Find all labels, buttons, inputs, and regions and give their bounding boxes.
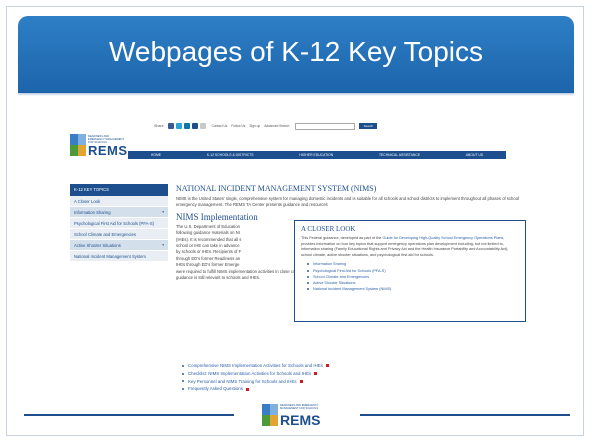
nav-home[interactable]: HOME bbox=[151, 153, 161, 157]
page-title: NATIONAL INCIDENT MANAGEMENT SYSTEM (NIM… bbox=[176, 184, 377, 193]
sidebar-item-pfa[interactable]: Psychological First Aid for Schools (PFA… bbox=[70, 218, 168, 229]
header-shadow bbox=[18, 93, 574, 96]
footer-divider-left bbox=[24, 414, 234, 416]
slide-title: Webpages of K-12 Key Topics bbox=[108, 36, 484, 67]
chevron-down-icon: ▾ bbox=[162, 242, 164, 247]
popup-item-nims[interactable]: National Incident Management System (NIM… bbox=[307, 286, 519, 292]
sidebar-item-label: A Closer Look bbox=[74, 198, 101, 204]
utility-bar: Share Contact Us Follow Us Sign up Advan… bbox=[154, 122, 378, 130]
follow-us-link[interactable]: Follow Us bbox=[231, 124, 245, 128]
email-icon[interactable] bbox=[191, 123, 198, 129]
bullet-icon bbox=[307, 288, 309, 291]
link-text[interactable]: Checklist: NIMS Implementation Activitie… bbox=[188, 370, 311, 378]
bullet-icon bbox=[182, 364, 184, 367]
logo-mark bbox=[262, 404, 278, 426]
facebook-icon[interactable] bbox=[167, 123, 174, 129]
guide-link[interactable]: Guide for Developing High-Quality School… bbox=[382, 236, 503, 240]
closer-look-popup: A CLOSER LOOK This Federal guidance, dev… bbox=[294, 220, 526, 322]
sidebar: K-12 KEY TOPICS A Closer Look Informatio… bbox=[70, 184, 168, 262]
pdf-icon bbox=[299, 379, 303, 383]
logo-text: REMS bbox=[280, 412, 321, 428]
linkedin-icon[interactable] bbox=[183, 123, 190, 129]
pdf-icon bbox=[245, 387, 249, 391]
utility-links: Contact Us Follow Us Sign up Advanced Se… bbox=[212, 124, 290, 128]
search-button[interactable]: Search bbox=[359, 123, 378, 129]
logo-tagline: READINESS AND EMERGENCY MANAGEMENT FOR S… bbox=[280, 404, 319, 410]
print-icon[interactable] bbox=[199, 123, 206, 129]
sidebar-item-school-climate[interactable]: School Climate and Emergencies bbox=[70, 229, 168, 240]
list-item[interactable]: Checklist: NIMS Implementation Activitie… bbox=[182, 370, 329, 378]
list-item[interactable]: Comprehensive NIMS Implementation Activi… bbox=[182, 362, 329, 370]
sidebar-item-label: Information Sharing bbox=[74, 209, 111, 215]
sidebar-item-information-sharing[interactable]: Information Sharing ▾ bbox=[70, 207, 168, 218]
website-screenshot: Share Contact Us Follow Us Sign up Advan… bbox=[58, 116, 536, 396]
bullet-icon bbox=[182, 380, 184, 383]
popup-body: This Federal guidance, developed as part… bbox=[301, 236, 519, 258]
link-text[interactable]: Key Personnel and NIMS Training for Scho… bbox=[188, 378, 297, 386]
list-item[interactable]: Key Personnel and NIMS Training for Scho… bbox=[182, 378, 329, 386]
contact-us-link[interactable]: Contact Us bbox=[212, 124, 228, 128]
sidebar-item-nims[interactable]: National Incident Management System bbox=[70, 251, 168, 262]
bullet-icon bbox=[307, 263, 309, 266]
twitter-icon[interactable] bbox=[175, 123, 182, 129]
popup-body-prefix: This Federal guidance, developed as part… bbox=[301, 236, 383, 240]
bullet-icon bbox=[307, 269, 309, 272]
nav-higher-ed[interactable]: HIGHER EDUCATION bbox=[299, 153, 333, 157]
link-text[interactable]: Comprehensive NIMS Implementation Activi… bbox=[188, 362, 323, 370]
slide-header: Webpages of K-12 Key Topics bbox=[18, 16, 574, 94]
logo-mark bbox=[70, 134, 86, 156]
bullet-icon bbox=[182, 388, 184, 391]
share-label: Share bbox=[154, 124, 164, 128]
sign-up-link[interactable]: Sign up bbox=[249, 124, 260, 128]
nav-about-us[interactable]: ABOUT US bbox=[466, 153, 483, 157]
slide: Webpages of K-12 Key Topics Share Contac… bbox=[0, 0, 592, 445]
bullet-icon bbox=[307, 282, 309, 285]
nav-k12[interactable]: K-12 SCHOOLS & DISTRICTS bbox=[207, 153, 254, 157]
sidebar-item-closer-look[interactable]: A Closer Look bbox=[70, 196, 168, 207]
advanced-search-link[interactable]: Advanced Search bbox=[264, 124, 289, 128]
logo-text: REMS bbox=[88, 143, 128, 158]
chevron-down-icon: ▾ bbox=[162, 209, 164, 214]
bullet-icon bbox=[182, 372, 184, 375]
bullet-icon bbox=[307, 275, 309, 278]
sidebar-item-label: School Climate and Emergencies bbox=[74, 231, 136, 237]
popup-item-label[interactable]: National Incident Management System (NIM… bbox=[313, 286, 391, 292]
sidebar-item-label: Active Shooter Situations bbox=[74, 242, 121, 248]
search-input[interactable] bbox=[295, 122, 356, 130]
resource-links: Comprehensive NIMS Implementation Activi… bbox=[182, 362, 329, 393]
list-item[interactable]: Frequently Asked Questions bbox=[182, 385, 329, 393]
popup-title: A CLOSER LOOK bbox=[301, 225, 356, 233]
intro-paragraph: NIMS is the United States' single, compr… bbox=[176, 196, 519, 208]
footer-rems-logo: READINESS AND EMERGENCY MANAGEMENT FOR S… bbox=[262, 402, 338, 428]
pdf-icon bbox=[314, 372, 318, 376]
sidebar-item-label: National Incident Management System bbox=[74, 253, 146, 259]
footer-divider-right bbox=[360, 414, 570, 416]
sidebar-item-label: Psychological First Aid for Schools (PFA… bbox=[74, 220, 155, 226]
link-text[interactable]: Frequently Asked Questions bbox=[188, 385, 243, 393]
sidebar-heading: K-12 KEY TOPICS bbox=[70, 184, 168, 196]
rems-logo[interactable]: READINESS AND EMERGENCY MANAGEMENT FOR S… bbox=[70, 134, 128, 158]
pdf-icon bbox=[325, 364, 329, 368]
sidebar-item-active-shooter[interactable]: Active Shooter Situations ▾ bbox=[70, 240, 168, 251]
nav-technical-assistance[interactable]: TECHNICAL ASSISTANCE bbox=[379, 153, 420, 157]
main-nav: HOME K-12 SCHOOLS & DISTRICTS HIGHER EDU… bbox=[128, 151, 506, 159]
